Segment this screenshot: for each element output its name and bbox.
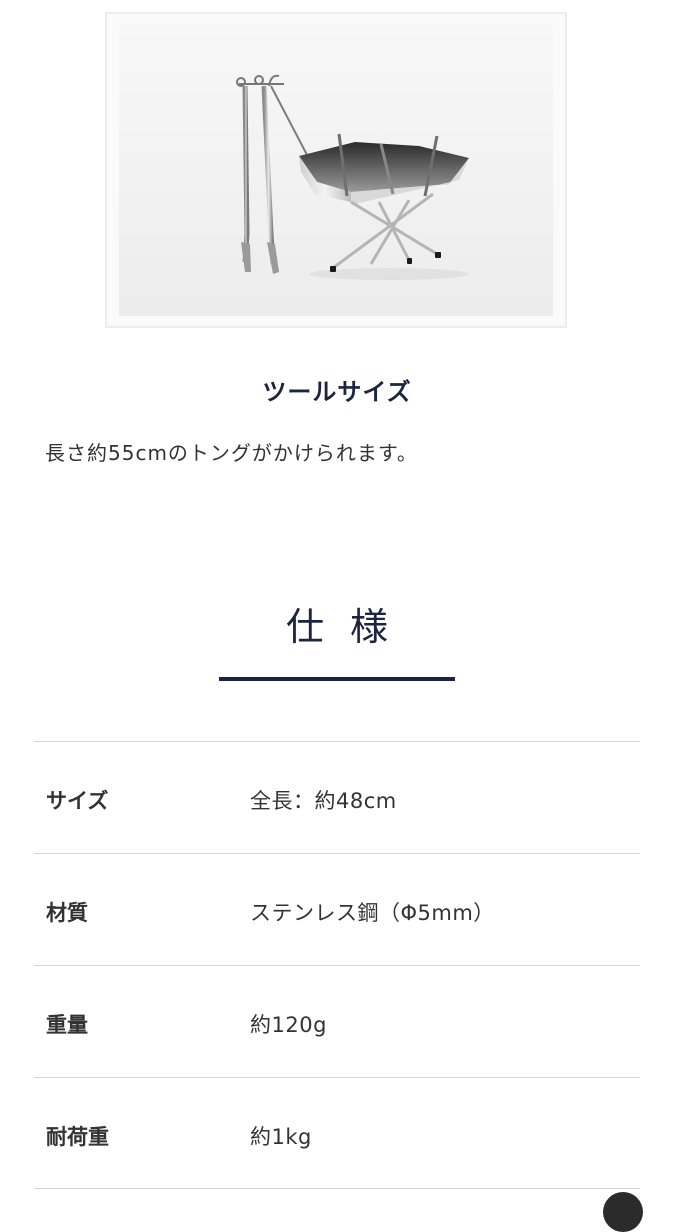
tool-size-description: 長さ約55cmのトングがかけられます。 bbox=[45, 441, 418, 465]
product-photo bbox=[119, 24, 553, 316]
grill-tray bbox=[299, 133, 469, 204]
spec-row-load-capacity: 耐荷重 約1kg bbox=[34, 1077, 640, 1189]
spec-label: サイズ bbox=[46, 789, 109, 813]
scroll-to-top-button[interactable] bbox=[603, 1192, 643, 1232]
spec-value: 約120g bbox=[250, 1013, 327, 1037]
spec-value: ステンレス鋼（Φ5mm） bbox=[250, 901, 495, 925]
spec-value: 約1kg bbox=[250, 1125, 312, 1149]
spec-title-underline bbox=[219, 677, 455, 681]
grill-legs bbox=[332, 192, 438, 270]
product-photo-frame bbox=[105, 12, 567, 328]
spec-title: 仕様 bbox=[285, 605, 414, 649]
tongs-and-grill-illustration bbox=[236, 74, 469, 280]
tool-size-heading: ツールサイズ bbox=[262, 378, 412, 406]
spec-value: 全長：約48cm bbox=[250, 789, 397, 813]
spec-row-weight: 重量 約120g bbox=[34, 965, 640, 1077]
spec-row-size: サイズ 全長：約48cm bbox=[34, 741, 640, 853]
tongs bbox=[236, 75, 284, 274]
spec-table: サイズ 全長：約48cm 材質 ステンレス鋼（Φ5mm） 重量 約120g 耐荷… bbox=[34, 741, 640, 1189]
spec-label: 耐荷重 bbox=[46, 1125, 109, 1149]
spec-label: 材質 bbox=[46, 901, 88, 925]
spec-label: 重量 bbox=[46, 1013, 88, 1037]
spec-row-material: 材質 ステンレス鋼（Φ5mm） bbox=[34, 853, 640, 965]
